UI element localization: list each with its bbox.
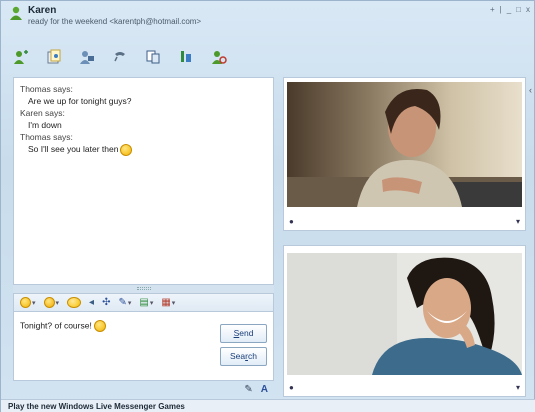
- splitter-grip-icon[interactable]: [137, 287, 151, 290]
- dropdown-arrow-icon: ▾: [149, 299, 154, 307]
- video-footer: ● ▾: [284, 214, 525, 228]
- contact-status-message: ready for the weekend <karentph@hotmail.…: [28, 17, 202, 26]
- games-button[interactable]: [176, 47, 196, 67]
- collapse-panel-icon[interactable]: ‹: [529, 85, 532, 95]
- conversation-toolbar: [11, 45, 229, 69]
- chat-message: So I'll see you later then: [28, 144, 119, 154]
- webcam-icon[interactable]: ●: [289, 383, 294, 392]
- handwriting-icon[interactable]: ✎: [244, 384, 252, 395]
- video-options-icon[interactable]: ▾: [516, 217, 520, 226]
- animated-emoticon-icon: [67, 297, 82, 308]
- contact-video-panel: ● ▾: [283, 77, 526, 231]
- block-contact-icon: [212, 51, 227, 64]
- send-file-icon: ▦: [161, 297, 171, 308]
- chat-sender: Thomas says:: [20, 132, 73, 142]
- send-label: end: [239, 328, 254, 338]
- chat-lines: Thomas says: Are we up for tonight guys?…: [14, 78, 273, 161]
- font-button[interactable]: ✎ ▾: [118, 297, 131, 308]
- dropdown-arrow-icon: ▾: [55, 299, 60, 307]
- contact-status-icon: [10, 6, 22, 20]
- messenger-window: Karen ready for the weekend <karentph@ho…: [0, 0, 535, 412]
- block-contact-button[interactable]: [209, 47, 229, 67]
- compose-area[interactable]: Tonight? of course! Send Search: [13, 311, 274, 381]
- dropdown-arrow-icon: ▾: [32, 299, 36, 307]
- search-button[interactable]: Search: [220, 347, 267, 366]
- search-label-post: ch: [247, 351, 257, 361]
- title-bar: Karen ready for the weekend <karentph@ho…: [1, 1, 535, 43]
- search-label-pre: Sea: [230, 351, 246, 361]
- pin-button[interactable]: +: [490, 5, 495, 14]
- wink-emoticon-icon: [43, 297, 55, 308]
- self-video-feed: [287, 253, 522, 375]
- activities-button[interactable]: [143, 47, 163, 67]
- video-options-icon[interactable]: ▾: [516, 383, 520, 392]
- video-footer: ● ▾: [284, 380, 525, 394]
- separator: |: [499, 5, 502, 14]
- minimize-button[interactable]: _: [507, 5, 511, 14]
- conversation-history: Thomas says: Are we up for tonight guys?…: [13, 77, 274, 285]
- wink-emoticon-picker[interactable]: ▾: [43, 297, 60, 308]
- games-icon: [181, 51, 191, 62]
- video-call-icon: [80, 51, 94, 64]
- maximize-button[interactable]: □: [516, 5, 521, 14]
- chat-sender: Thomas says:: [20, 84, 73, 94]
- self-video-image: [287, 253, 522, 375]
- compose-input[interactable]: Tonight? of course!: [20, 320, 106, 332]
- contact-video-feed: [287, 82, 522, 207]
- contact-video-image: [287, 82, 522, 207]
- send-file-button[interactable]: ▦ ▾: [161, 297, 175, 308]
- chat-sender: Karen says:: [20, 108, 65, 118]
- window-controls: + | _ □ x: [490, 5, 530, 14]
- dropdown-arrow-icon: ▾: [171, 299, 176, 307]
- chat-message: Are we up for tonight guys?: [28, 96, 132, 106]
- invite-contact-button[interactable]: [11, 47, 31, 67]
- nudge-icon: ◂: [89, 297, 95, 308]
- chat-message-row: So I'll see you later then: [20, 143, 267, 156]
- invite-contact-icon: [14, 50, 28, 64]
- call-icon: [114, 52, 125, 62]
- voice-clip-icon: ✣: [102, 297, 111, 308]
- send-button[interactable]: Send: [220, 324, 267, 343]
- ad-banner[interactable]: Play the new Windows Live Messenger Game…: [1, 399, 535, 412]
- pane-splitter[interactable]: [13, 285, 274, 293]
- self-video-panel: ● ▾: [283, 245, 526, 397]
- webcam-icon[interactable]: ●: [289, 217, 294, 226]
- close-button[interactable]: x: [526, 5, 530, 14]
- animated-emoticon-picker[interactable]: [67, 297, 82, 308]
- nudge-button[interactable]: ◂: [89, 297, 94, 308]
- contact-name: Karen: [28, 5, 57, 16]
- font-icon: ✎: [118, 297, 127, 308]
- background-icon: ▤: [139, 297, 149, 308]
- smile-emoticon-icon: [20, 297, 31, 308]
- background-button[interactable]: ▤ ▾: [139, 297, 153, 308]
- compose-mode-bar: ✎ A: [13, 381, 274, 397]
- call-button[interactable]: [110, 47, 130, 67]
- video-call-button[interactable]: [77, 47, 97, 67]
- format-toolbar: ▾ ▾ ◂ ✣ ✎ ▾ ▤ ▾ ▦ ▾: [13, 293, 274, 311]
- ad-text[interactable]: Play the new Windows Live Messenger Game…: [8, 402, 185, 411]
- compose-text: Tonight? of course!: [20, 320, 92, 331]
- voice-clip-button[interactable]: ✣: [102, 297, 110, 308]
- activities-icon: [146, 50, 160, 64]
- smile-emoticon-icon: [93, 320, 106, 332]
- share-files-icon: [47, 49, 61, 64]
- dropdown-arrow-icon: ▾: [127, 299, 132, 307]
- share-files-button[interactable]: [44, 47, 64, 67]
- chat-message: I'm down: [28, 120, 62, 130]
- smile-emoticon-picker[interactable]: ▾: [20, 297, 36, 308]
- wink-emoticon-icon: [120, 143, 133, 156]
- text-mode-icon[interactable]: A: [261, 384, 268, 395]
